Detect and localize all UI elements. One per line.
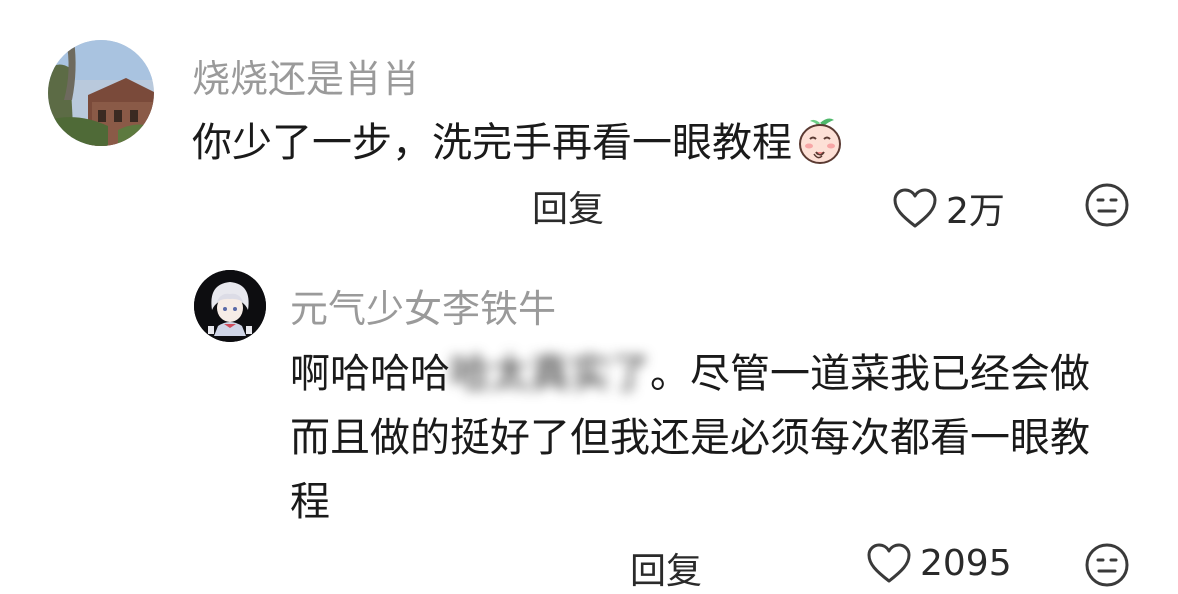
- reply-button[interactable]: 回复: [630, 542, 702, 594]
- comment-text-content: 你少了一步，洗完手再看一眼教程: [192, 120, 792, 166]
- peach-shy-emoji-icon: [794, 114, 846, 166]
- meh-face-icon[interactable]: [1084, 182, 1130, 228]
- comment-text: 啊哈哈哈哈太真实了。尽管一道菜我已经会做而且做的挺好了但我还是必须每次都看一眼教…: [290, 342, 1120, 534]
- comment: 烧烧还是肖肖 你少了一步，洗完手再看一眼教程 回复 2万: [0, 0, 1178, 250]
- user-avatar[interactable]: [48, 40, 154, 146]
- meh-face-icon[interactable]: [1084, 542, 1130, 588]
- like-count: 2万: [946, 191, 1005, 232]
- username[interactable]: 烧烧还是肖肖: [192, 48, 420, 103]
- anime-character-avatar-icon: [194, 270, 266, 342]
- like-button[interactable]: 2095: [866, 542, 1012, 584]
- heart-outline-icon: [866, 542, 912, 584]
- comment-text-start: 啊哈哈哈: [290, 351, 450, 397]
- like-count: 2095: [920, 542, 1012, 584]
- like-button[interactable]: 2万: [892, 182, 1005, 234]
- landscape-photo-avatar-icon: [48, 40, 154, 146]
- username[interactable]: 元气少女李铁牛: [290, 278, 556, 333]
- heart-outline-icon: [892, 187, 938, 229]
- obscured-text: 哈太真实了: [450, 351, 650, 397]
- user-avatar[interactable]: [194, 270, 266, 342]
- reply-comment: 元气少女李铁牛 啊哈哈哈哈太真实了。尽管一道菜我已经会做而且做的挺好了但我还是必…: [0, 250, 1178, 592]
- reply-button[interactable]: 回复: [532, 180, 604, 232]
- comment-text: 你少了一步，洗完手再看一眼教程: [192, 114, 846, 171]
